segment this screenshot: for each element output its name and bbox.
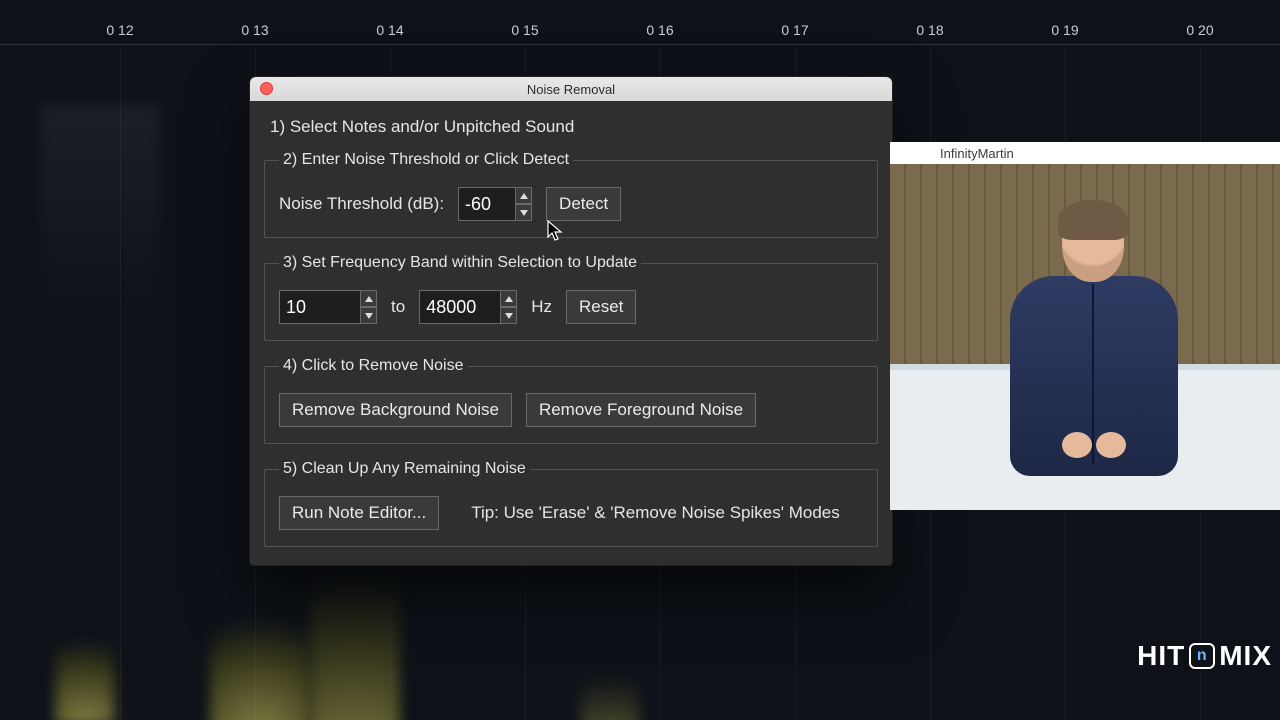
threshold-spinner[interactable] bbox=[458, 187, 532, 221]
step5-legend: 5) Clean Up Any Remaining Noise bbox=[279, 460, 530, 478]
step1-heading: 1) Select Notes and/or Unpitched Sound bbox=[264, 115, 878, 151]
step2-group: 2) Enter Noise Threshold or Click Detect… bbox=[264, 151, 878, 238]
freq-low-step-up[interactable] bbox=[361, 290, 377, 307]
detect-button[interactable]: Detect bbox=[546, 187, 621, 221]
freq-high-spinner[interactable] bbox=[419, 290, 517, 324]
webcam-overlay: InfinityMartin bbox=[890, 142, 1280, 510]
reset-button[interactable]: Reset bbox=[566, 290, 636, 324]
logo-mid-icon: n bbox=[1189, 643, 1215, 669]
threshold-step-down[interactable] bbox=[516, 204, 532, 221]
freq-high-step-down[interactable] bbox=[501, 307, 517, 324]
freq-low-input[interactable] bbox=[279, 290, 361, 324]
ruler-tick: 0 17 bbox=[781, 22, 808, 38]
freq-low-step-down[interactable] bbox=[361, 307, 377, 324]
freq-high-input[interactable] bbox=[419, 290, 501, 324]
ruler-tick: 0 15 bbox=[511, 22, 538, 38]
step3-legend: 3) Set Frequency Band within Selection t… bbox=[279, 254, 641, 272]
logo-right: MIX bbox=[1219, 640, 1272, 672]
dialog-titlebar[interactable]: Noise Removal bbox=[250, 77, 892, 101]
close-icon[interactable] bbox=[260, 82, 273, 95]
logo-left: HIT bbox=[1137, 640, 1185, 672]
ruler-tick: 0 19 bbox=[1051, 22, 1078, 38]
threshold-label: Noise Threshold (dB): bbox=[279, 194, 444, 214]
ruler-tick: 0 16 bbox=[646, 22, 673, 38]
step5-group: 5) Clean Up Any Remaining Noise Run Note… bbox=[264, 460, 878, 547]
freq-low-spinner[interactable] bbox=[279, 290, 377, 324]
freq-high-step-up[interactable] bbox=[501, 290, 517, 307]
ruler-tick: 0 13 bbox=[241, 22, 268, 38]
ruler-tick: 0 18 bbox=[916, 22, 943, 38]
freq-hz-label: Hz bbox=[531, 297, 552, 317]
dialog-title: Noise Removal bbox=[527, 82, 615, 97]
ruler-tick: 0 14 bbox=[376, 22, 403, 38]
webcam-caption: InfinityMartin bbox=[890, 142, 1280, 164]
noise-removal-dialog: Noise Removal 1) Select Notes and/or Unp… bbox=[249, 76, 893, 566]
remove-background-noise-button[interactable]: Remove Background Noise bbox=[279, 393, 512, 427]
threshold-input[interactable] bbox=[458, 187, 516, 221]
brand-logo: HIT n MIX bbox=[1137, 640, 1272, 672]
remove-foreground-noise-button[interactable]: Remove Foreground Noise bbox=[526, 393, 756, 427]
webcam-frame bbox=[890, 164, 1280, 510]
step3-group: 3) Set Frequency Band within Selection t… bbox=[264, 254, 878, 341]
threshold-step-up[interactable] bbox=[516, 187, 532, 204]
ruler-tick: 0 12 bbox=[106, 22, 133, 38]
step2-legend: 2) Enter Noise Threshold or Click Detect bbox=[279, 151, 573, 169]
step4-legend: 4) Click to Remove Noise bbox=[279, 357, 468, 375]
step5-tip: Tip: Use 'Erase' & 'Remove Noise Spikes'… bbox=[471, 503, 840, 523]
timeline-ruler[interactable]: 0 12 0 13 0 14 0 15 0 16 0 17 0 18 0 19 … bbox=[0, 0, 1280, 45]
freq-to-label: to bbox=[391, 297, 405, 317]
run-note-editor-button[interactable]: Run Note Editor... bbox=[279, 496, 439, 530]
ruler-tick: 0 20 bbox=[1186, 22, 1213, 38]
step4-group: 4) Click to Remove Noise Remove Backgrou… bbox=[264, 357, 878, 444]
